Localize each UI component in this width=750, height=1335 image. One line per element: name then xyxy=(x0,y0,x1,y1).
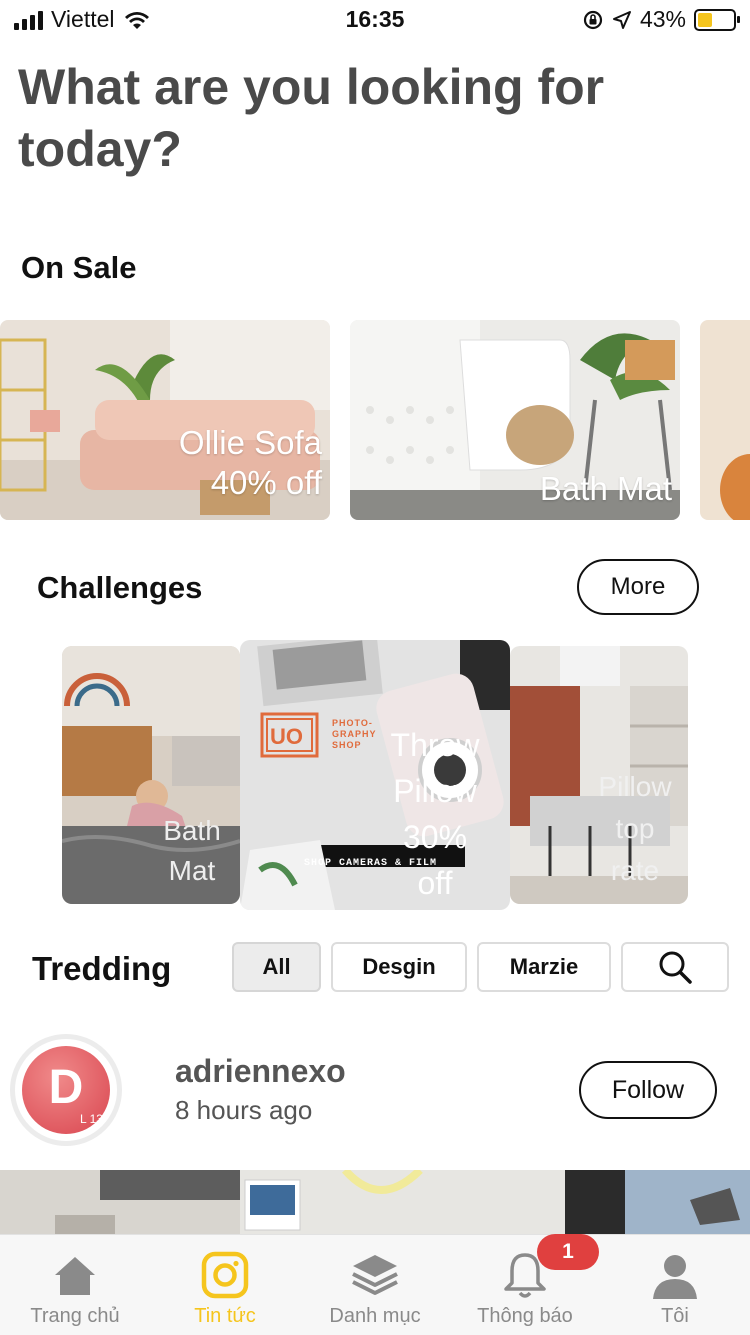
user-icon xyxy=(653,1255,697,1299)
filter-chip-all[interactable]: All xyxy=(232,942,321,992)
filter-chip-marzie[interactable]: Marzie xyxy=(477,942,611,992)
challenge-label-line: rate xyxy=(610,855,660,886)
page-headline: What are you looking for today? xyxy=(18,59,605,177)
sale-card-label: Ollie Sofa 40% off xyxy=(179,423,322,503)
instagram-icon xyxy=(201,1251,249,1299)
uo-logo-text: PHOTO-GRAPHY SHOP xyxy=(332,718,377,750)
sale-card-ollie-sofa[interactable]: Ollie Sofa 40% off xyxy=(0,320,330,520)
tab-tin-tuc[interactable]: Tin tức xyxy=(150,1235,300,1335)
challenge-card-label: Pillow top rate xyxy=(590,766,680,892)
rotation-lock-icon xyxy=(583,10,603,29)
challenge-label-line: Mat xyxy=(168,855,216,886)
on-sale-title: On Sale xyxy=(21,250,137,285)
challenge-label-line: Pillow xyxy=(598,771,672,802)
sale-card-bath-mat[interactable]: Bath Mat xyxy=(350,320,680,520)
sale-card-name: Ollie Sofa xyxy=(178,424,322,461)
post-username[interactable]: adriennexo xyxy=(175,1053,346,1090)
challenge-card-bath-mat[interactable]: Bath Mat xyxy=(62,646,240,904)
filter-search-button[interactable] xyxy=(621,942,729,992)
tab-label: Trang chủ xyxy=(30,1305,120,1327)
challenge-card-pillow-top-rate[interactable]: Pillow top rate xyxy=(510,646,688,904)
tab-trang-chu[interactable]: Trang chủ xyxy=(0,1235,150,1335)
avatar-image: D L 13 xyxy=(22,1046,110,1134)
uo-logo: UO xyxy=(270,724,303,749)
battery-icon xyxy=(694,8,740,31)
status-right: 43% xyxy=(582,6,740,33)
status-bar: Viettel 16:35 43% xyxy=(0,0,750,40)
post-image[interactable] xyxy=(0,1170,750,1234)
challenges-title: Challenges xyxy=(37,570,203,605)
battery-percent: 43% xyxy=(639,6,686,32)
challenge-label-line: off xyxy=(417,865,453,901)
sale-card-partial[interactable] xyxy=(700,320,750,520)
partial-photo xyxy=(700,320,750,520)
tab-label: Tin tức xyxy=(194,1305,256,1327)
tab-danh-muc[interactable]: Danh mục xyxy=(300,1235,450,1335)
tab-bar: Trang chủ Tin tức Danh mục Thông báo Tôi xyxy=(0,1234,750,1335)
challenge-label-line: Bath xyxy=(163,815,221,846)
sale-card-discount: 40% off xyxy=(210,464,322,501)
sale-card-label: Bath Mat xyxy=(540,469,672,509)
post-photo xyxy=(0,1170,750,1234)
challenge-label-line: 30% xyxy=(402,819,468,855)
trending-title: Tredding xyxy=(32,950,172,987)
challenge-label-line: Throw xyxy=(390,727,480,763)
tab-toi[interactable]: Tôi xyxy=(600,1235,750,1335)
follow-button[interactable]: Follow xyxy=(579,1061,717,1119)
tab-label: Danh mục xyxy=(329,1305,421,1327)
avatar-sub: L 13 xyxy=(80,1112,103,1126)
search-icon xyxy=(659,951,692,984)
sale-card-name: Bath Mat xyxy=(539,470,672,507)
post-time: 8 hours ago xyxy=(175,1095,313,1125)
tab-label: Thông báo xyxy=(477,1305,573,1327)
tab-label: Tôi xyxy=(661,1305,689,1327)
challenge-card-throw-pillow[interactable]: UO PHOTO-GRAPHY SHOP SHOP CAMERAS & FILM… xyxy=(240,640,510,910)
location-arrow-icon xyxy=(612,10,631,29)
avatar-letter: D xyxy=(48,1061,84,1114)
challenge-label-line: Pillow xyxy=(393,773,477,809)
home-icon xyxy=(55,1257,95,1295)
notification-badge: 1 xyxy=(537,1234,599,1270)
challenge-card-label: Throw Pillow 30% off xyxy=(380,722,490,906)
challenge-label-line: top xyxy=(615,813,655,844)
filter-chip-desgin[interactable]: Desgin xyxy=(331,942,467,992)
avatar[interactable]: D L 13 xyxy=(10,1034,122,1146)
challenge-card-label: Bath Mat xyxy=(157,811,227,891)
more-button[interactable]: More xyxy=(577,559,699,615)
layers-icon xyxy=(352,1255,398,1295)
